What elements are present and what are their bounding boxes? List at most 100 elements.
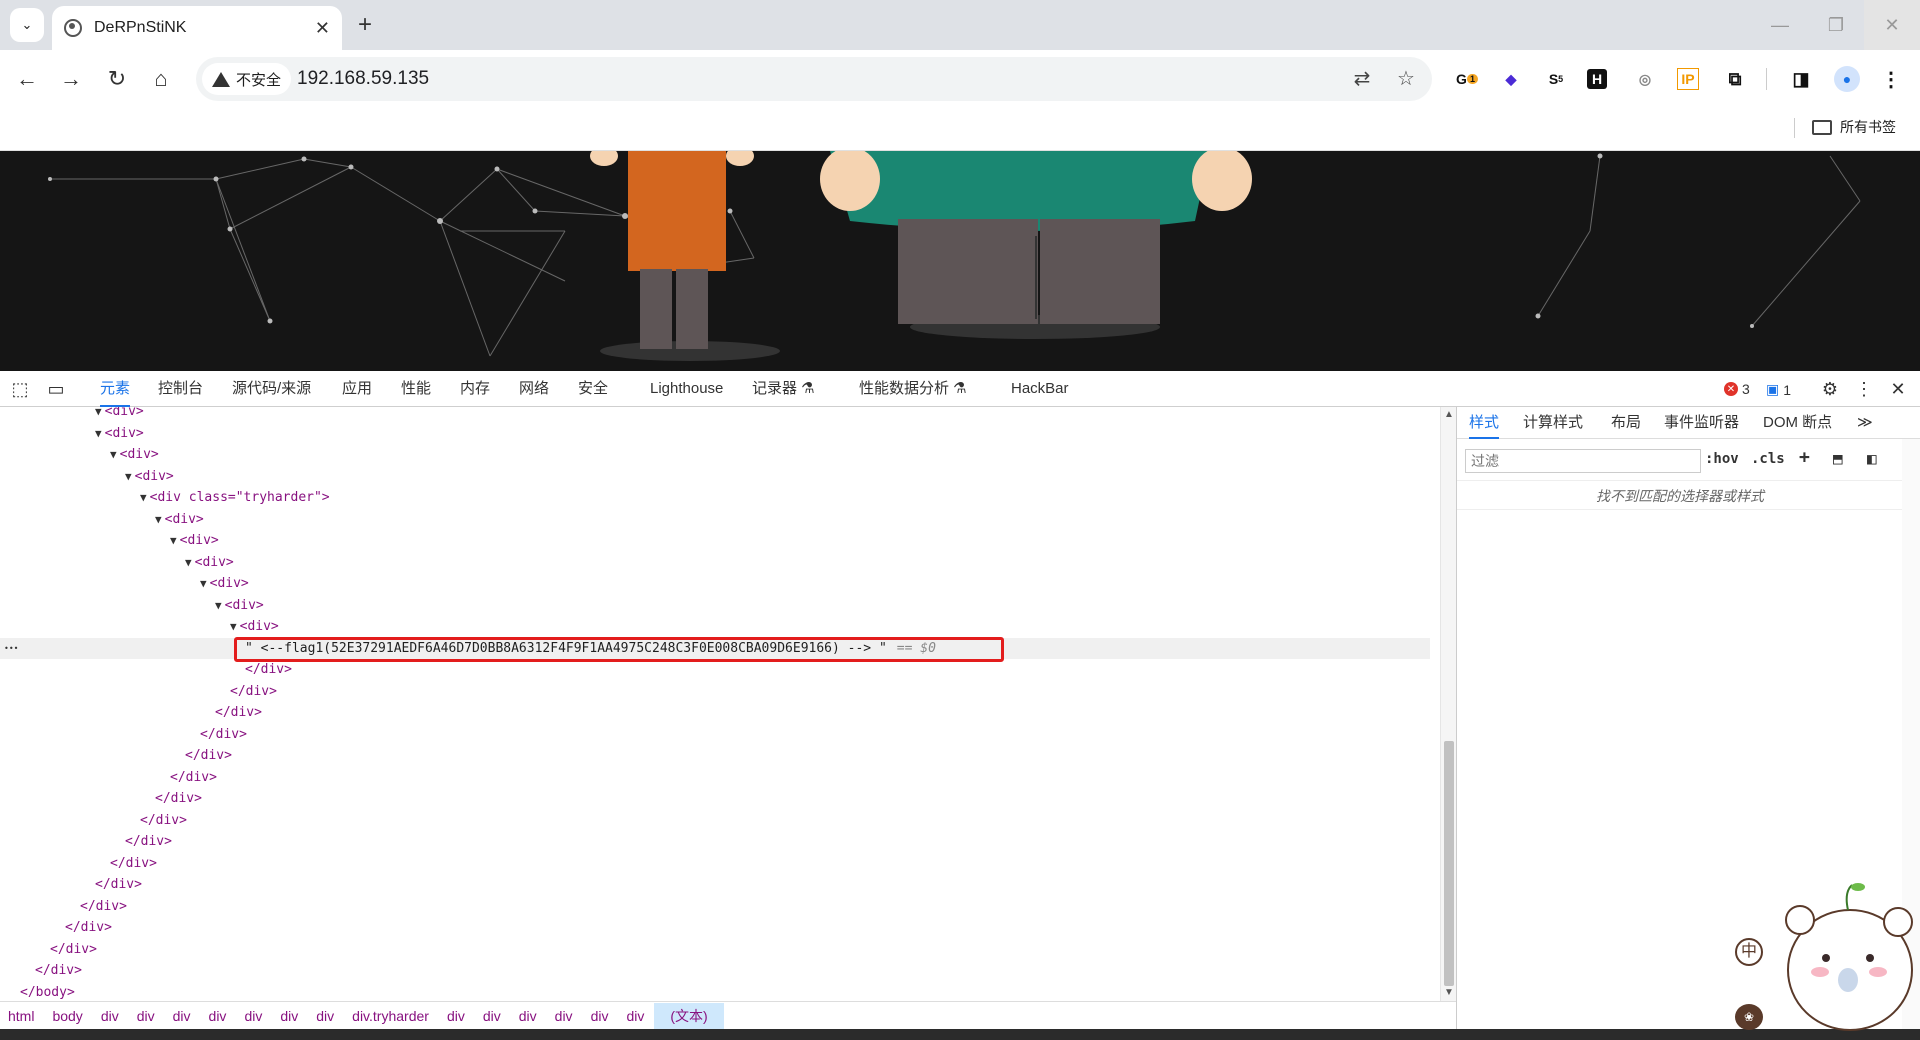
breadcrumb-item[interactable]: div <box>447 1008 465 1024</box>
tab-styles[interactable]: 样式 <box>1469 407 1500 439</box>
tab-layout[interactable]: 布局 <box>1611 407 1641 439</box>
back-button[interactable]: ← <box>12 64 42 94</box>
node-actions-ellipsis-icon[interactable]: ••• <box>4 638 18 660</box>
hov-toggle[interactable]: :hov <box>1705 451 1739 467</box>
dom-node-line[interactable]: </div> <box>0 874 1430 896</box>
inspect-element-icon[interactable]: ⬚ <box>8 377 32 401</box>
more-tabs-icon[interactable]: ≫ <box>1857 407 1873 439</box>
close-devtools-icon[interactable]: ✕ <box>1886 377 1910 401</box>
scrollbar-thumb[interactable] <box>1444 741 1454 986</box>
dom-node-line[interactable]: </body> <box>0 982 1430 1002</box>
address-bar[interactable]: 不安全 192.168.59.135 ⇄ ☆ <box>196 57 1432 101</box>
dom-tree[interactable]: ▼ <div> ▼ <div> ▼ <div> ▼ <div> ▼ <div class="try… <box>0 407 1440 1001</box>
breadcrumb-text-node[interactable]: (文本) <box>654 1002 724 1029</box>
reload-button[interactable]: ↻ <box>102 64 132 94</box>
expand-triangle-icon[interactable]: ▼ <box>185 556 192 569</box>
dom-node-line[interactable]: </div> <box>0 960 1430 982</box>
extension-globe-icon[interactable]: ◎ <box>1632 66 1658 92</box>
expand-triangle-icon[interactable]: ▼ <box>230 620 237 633</box>
tab-computed[interactable]: 计算样式 <box>1523 407 1583 439</box>
dom-node-line[interactable]: ▼ <div> <box>0 595 1430 617</box>
breadcrumb-item[interactable]: html <box>8 1008 34 1024</box>
dom-node-line[interactable]: ▼ <div> <box>0 423 1430 445</box>
breadcrumb-item[interactable]: div <box>626 1008 644 1024</box>
extensions-puzzle-icon[interactable]: ⧉ <box>1722 66 1748 92</box>
menu-kebab-icon[interactable]: ⋮ <box>1878 66 1904 92</box>
breadcrumb-item[interactable]: div <box>316 1008 334 1024</box>
expand-triangle-icon[interactable]: ▼ <box>200 577 207 590</box>
translate-icon[interactable]: ⇄ <box>1350 67 1374 91</box>
dom-node-line[interactable]: </div> <box>0 788 1430 810</box>
expand-triangle-icon[interactable]: ▼ <box>140 491 147 504</box>
dom-node-line[interactable]: </div> <box>0 659 1430 681</box>
new-tab-button[interactable]: + <box>352 12 378 38</box>
paw-icon[interactable]: ❀ <box>1735 1004 1763 1030</box>
tab-sources[interactable]: 源代码/来源 <box>232 371 311 407</box>
tab-performance-insights[interactable]: 性能数据分析 ⚗ <box>859 371 967 407</box>
extension-g-icon[interactable]: G1 <box>1454 66 1480 92</box>
extension-h-icon[interactable]: H <box>1587 69 1607 89</box>
tab-dom-breakpoints[interactable]: DOM 断点 <box>1763 407 1832 439</box>
tab-security[interactable]: 安全 <box>578 371 608 407</box>
close-tab-icon[interactable]: ✕ <box>315 18 330 39</box>
all-bookmarks-button[interactable]: 所有书签 <box>1812 117 1896 137</box>
dom-node-line[interactable]: </div> <box>0 831 1430 853</box>
dom-node-line[interactable]: ▼ <div> <box>0 509 1430 531</box>
browser-tab-active[interactable]: DeRPnStiNK ✕ <box>52 6 342 50</box>
dom-node-line[interactable]: ▼ <div> <box>0 444 1430 466</box>
error-count-badge[interactable]: ✕ 3 <box>1724 381 1750 397</box>
breadcrumb-item[interactable]: div <box>519 1008 537 1024</box>
scroll-down-icon[interactable]: ▼ <box>1444 987 1454 998</box>
side-panel-icon[interactable]: ◨ <box>1788 66 1814 92</box>
dom-node-line[interactable]: </div> <box>0 745 1430 767</box>
expand-triangle-icon[interactable]: ▼ <box>170 534 177 547</box>
settings-gear-icon[interactable]: ⚙ <box>1818 377 1842 401</box>
expand-triangle-icon[interactable]: ▼ <box>110 448 117 461</box>
url-text[interactable]: 192.168.59.135 <box>297 68 429 90</box>
styles-filter-input[interactable] <box>1465 449 1701 473</box>
dom-node-line[interactable]: </div> <box>0 681 1430 703</box>
tab-console[interactable]: 控制台 <box>158 371 203 407</box>
cls-toggle[interactable]: .cls <box>1751 451 1785 467</box>
profile-avatar-icon[interactable]: ● <box>1834 66 1860 92</box>
dom-node-line[interactable]: ▼ <div> <box>0 530 1430 552</box>
tab-recorder[interactable]: 记录器 ⚗ <box>752 371 815 407</box>
security-chip[interactable]: 不安全 <box>202 63 292 95</box>
close-window-button[interactable]: ✕ <box>1864 0 1920 50</box>
dom-node-line[interactable]: </div> <box>0 810 1430 832</box>
tab-hackbar[interactable]: HackBar <box>1011 371 1069 407</box>
dom-node-line[interactable]: </div> <box>0 917 1430 939</box>
tab-elements[interactable]: 元素 <box>100 371 131 407</box>
dom-node-line[interactable]: </div> <box>0 896 1430 918</box>
dom-node-line[interactable]: </div> <box>0 853 1430 875</box>
expand-triangle-icon[interactable]: ▼ <box>95 427 102 440</box>
paint-brush-icon[interactable]: ⬒ <box>1833 449 1843 468</box>
extension-s-icon[interactable]: S5 <box>1543 66 1569 92</box>
breadcrumb-item[interactable]: div <box>280 1008 298 1024</box>
dom-node-line[interactable]: </div> <box>0 702 1430 724</box>
breadcrumb-item[interactable]: div <box>591 1008 609 1024</box>
dom-node-line[interactable]: ▼ <div> <box>0 573 1430 595</box>
breadcrumb-item[interactable]: body <box>52 1008 82 1024</box>
dom-node-line[interactable]: ▼ <div> <box>0 407 1430 423</box>
expand-triangle-icon[interactable]: ▼ <box>125 470 132 483</box>
bookmark-star-icon[interactable]: ☆ <box>1394 67 1418 91</box>
dom-node-line[interactable]: ▼ <div> <box>0 616 1430 638</box>
breadcrumb-item[interactable]: div <box>483 1008 501 1024</box>
tab-event-listeners[interactable]: 事件监听器 <box>1664 407 1739 439</box>
tab-application[interactable]: 应用 <box>342 371 372 407</box>
desktop-mascot[interactable]: 中 ❀ <box>1735 880 1920 1040</box>
dom-node-line[interactable]: </div> <box>0 724 1430 746</box>
tab-search-button[interactable]: ⌄ <box>10 8 44 42</box>
scroll-up-icon[interactable]: ▲ <box>1444 409 1454 420</box>
breadcrumb-item[interactable]: div <box>244 1008 262 1024</box>
device-toolbar-icon[interactable]: ▭ <box>44 377 68 401</box>
dom-node-line[interactable]: ▼ <div> <box>0 552 1430 574</box>
breadcrumb-item[interactable]: div <box>555 1008 573 1024</box>
devtools-menu-icon[interactable]: ⋮ <box>1852 377 1876 401</box>
breadcrumb-item[interactable]: div <box>209 1008 227 1024</box>
dom-node-line[interactable]: ▼ <div> <box>0 466 1430 488</box>
tab-performance[interactable]: 性能 <box>401 371 431 407</box>
dom-node-line[interactable]: </div> <box>0 767 1430 789</box>
dom-scrollbar[interactable]: ▲ ▼ <box>1440 407 1456 1001</box>
